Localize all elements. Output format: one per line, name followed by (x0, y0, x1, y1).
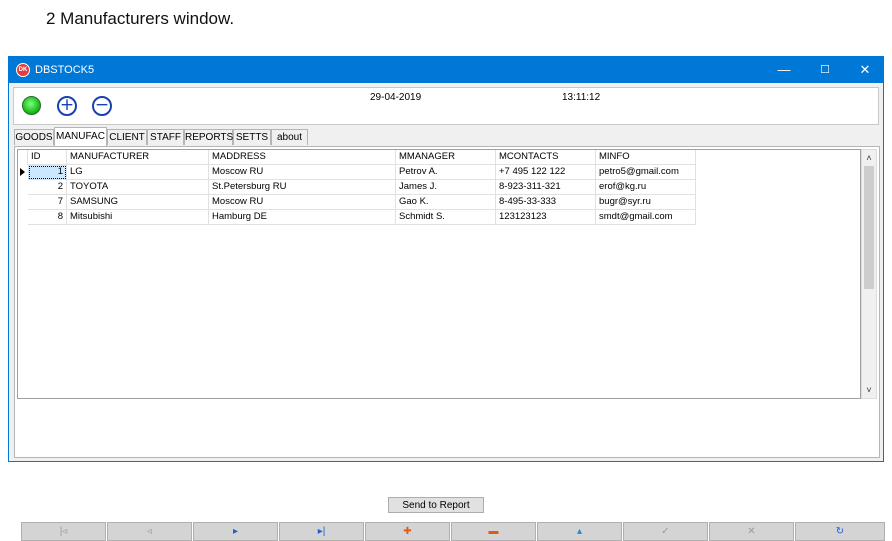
tab-goods[interactable]: GOODS (14, 129, 54, 145)
post-edit-button[interactable]: ✓ (623, 522, 708, 541)
cancel-edit-button[interactable]: ✕ (709, 522, 794, 541)
insert-record-button[interactable]: ✚ (365, 522, 450, 541)
cell-minfo[interactable]: erof@kg.ru (596, 180, 696, 195)
next-record-icon: ▸ (232, 526, 239, 537)
scroll-thumb[interactable] (864, 166, 874, 289)
last-record-button[interactable]: ▸| (279, 522, 364, 541)
current-row-indicator (18, 165, 28, 180)
cell-mmanager[interactable]: Petrov A. (396, 165, 496, 180)
cell-mmanager[interactable]: Schmidt S. (396, 210, 496, 225)
cell-maddress[interactable]: Moscow RU (209, 165, 396, 180)
scroll-down-icon[interactable]: ˅ (862, 383, 876, 397)
cell-minfo[interactable]: petro5@gmail.com (596, 165, 696, 180)
cell-mcontacts[interactable]: 123123123 (496, 210, 596, 225)
cell-mcontacts[interactable]: 8-923-311-321 (496, 180, 596, 195)
column-header-mmanager[interactable]: MMANAGER (396, 150, 496, 165)
row-pointer-icon (20, 168, 25, 176)
minimize-button[interactable]: — (764, 57, 804, 83)
cell-maddress[interactable]: Moscow RU (209, 195, 396, 210)
time-label: 13:11:12 (562, 92, 601, 103)
app-window: DK DBSTOCK5 — ☐ ✕ + − 29-04-2019 13:11:1… (8, 56, 885, 541)
cell-manufacturer[interactable]: TOYOTA (67, 180, 209, 195)
maximize-button[interactable]: ☐ (805, 57, 845, 83)
manufacturers-panel: ID MANUFACTURER MADDRESS MMANAGER MCONTA… (14, 146, 885, 541)
cell-manufacturer[interactable]: SAMSUNG (67, 195, 209, 210)
row-indicator (18, 210, 28, 225)
date-label: 29-04-2019 (370, 92, 422, 103)
edit-triangle-icon: ▴ (576, 526, 583, 537)
cell-id[interactable]: 2 (28, 180, 67, 195)
first-record-button[interactable]: |◃ (21, 522, 106, 541)
column-header-minfo[interactable]: MINFO (596, 150, 696, 165)
cell-mmanager[interactable]: Gao K. (396, 195, 496, 210)
row-indicator-header (18, 150, 28, 165)
close-button[interactable]: ✕ (845, 57, 885, 83)
edit-record-button[interactable]: ▴ (537, 522, 622, 541)
add-icon[interactable]: + (57, 96, 77, 116)
cell-manufacturer[interactable]: Mitsubishi (67, 210, 209, 225)
column-header-manufacturer[interactable]: MANUFACTURER (67, 150, 209, 165)
cell-id[interactable]: 7 (28, 195, 67, 210)
next-record-button[interactable]: ▸ (193, 522, 278, 541)
tab-manufac[interactable]: MANUFAC (54, 127, 107, 146)
cell-maddress[interactable]: St.Petersburg RU (209, 180, 396, 195)
tab-staff[interactable]: STAFF (147, 129, 184, 145)
tab-reports[interactable]: REPORTS (184, 129, 233, 145)
cell-minfo[interactable]: smdt@gmail.com (596, 210, 696, 225)
cancel-x-icon: ✕ (747, 526, 756, 537)
prior-record-button[interactable]: ◃ (107, 522, 192, 541)
caption: 2 Manufacturers window. (46, 9, 235, 28)
last-record-icon: ▸| (317, 526, 326, 537)
row-indicator (18, 195, 28, 210)
first-record-icon: |◃ (59, 526, 68, 537)
tab-about[interactable]: about (271, 129, 308, 145)
cell-mmanager[interactable]: James J. (396, 180, 496, 195)
prior-record-icon: ◃ (146, 526, 153, 537)
column-header-mcontacts[interactable]: MCONTACTS (496, 150, 596, 165)
column-header-id[interactable]: ID (28, 150, 67, 165)
title-bar[interactable]: DK DBSTOCK5 — ☐ ✕ (9, 57, 883, 83)
window-title: DBSTOCK5 (35, 64, 95, 76)
db-navigator: |◃ ◃ ▸ ▸| ✚ ▬ ▴ ✓ ✕ ↻ (21, 522, 885, 541)
send-to-report-button[interactable]: Send to Report (388, 497, 484, 513)
app-icon: DK (16, 63, 30, 77)
minus-icon: ▬ (488, 526, 499, 537)
column-header-maddress[interactable]: MADDRESS (209, 150, 396, 165)
cell-maddress[interactable]: Hamburg DE (209, 210, 396, 225)
check-icon: ✓ (661, 526, 670, 537)
cell-minfo[interactable]: bugr@syr.ru (596, 195, 696, 210)
tab-setts[interactable]: SETTS (233, 129, 271, 145)
plus-icon: ✚ (403, 526, 412, 537)
cell-manufacturer[interactable]: LG (67, 165, 209, 180)
cell-mcontacts[interactable]: +7 495 122 122 (496, 165, 596, 180)
refresh-icon: ↻ (835, 526, 845, 537)
cell-id[interactable]: 1 (28, 165, 67, 180)
status-led-icon[interactable] (22, 96, 41, 115)
remove-icon[interactable]: − (92, 96, 112, 116)
delete-record-button[interactable]: ▬ (451, 522, 536, 541)
cell-mcontacts[interactable]: 8-495-33-333 (496, 195, 596, 210)
scroll-up-icon[interactable]: ˄ (862, 151, 876, 165)
manufacturers-grid[interactable]: ID MANUFACTURER MADDRESS MMANAGER MCONTA… (17, 149, 861, 399)
refresh-data-button[interactable]: ↻ (795, 522, 885, 541)
row-indicator (18, 180, 28, 195)
cell-id[interactable]: 8 (28, 210, 67, 225)
tab-client[interactable]: CLIENT (107, 129, 147, 145)
toolbar: + − 29-04-2019 13:11:12 (13, 87, 879, 125)
vertical-scrollbar[interactable]: ˄ ˅ (861, 149, 877, 399)
